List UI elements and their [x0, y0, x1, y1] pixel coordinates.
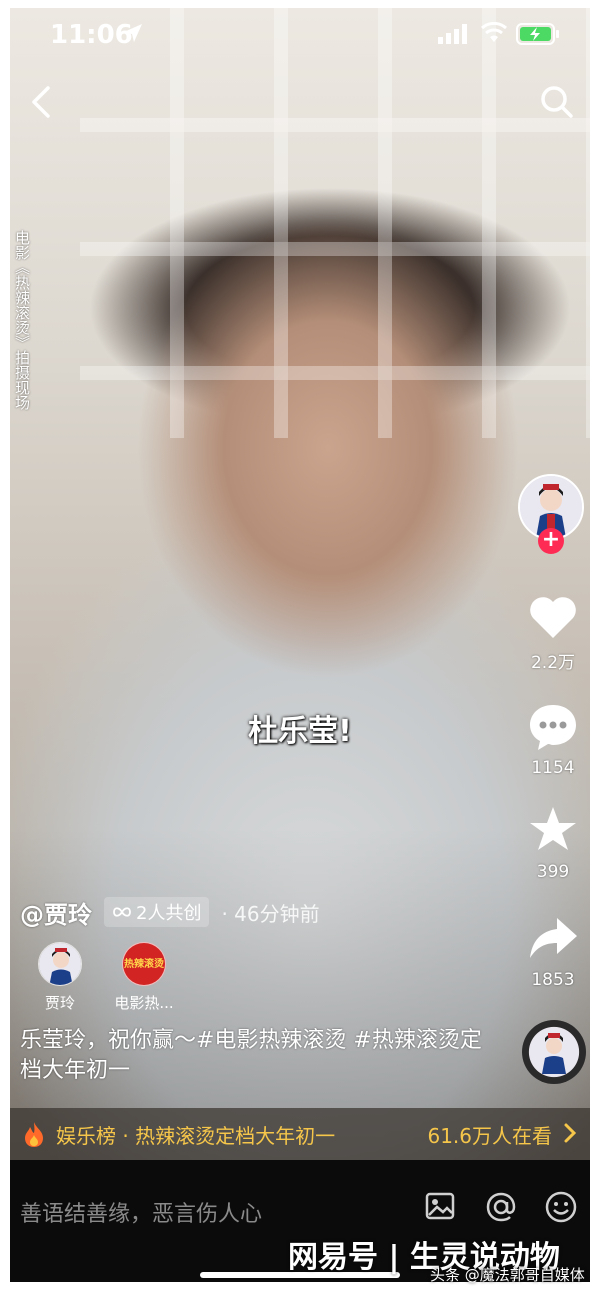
chevron-right-icon: [564, 1123, 577, 1143]
hot-list-banner[interactable]: 娱乐榜 · 热辣滚烫定档大年初一 61.6万人在看: [10, 1108, 590, 1160]
video-caption[interactable]: 乐莹玲，祝你赢～#电影热辣滚烫 #热辣滚烫定档大年初一: [20, 1026, 490, 1086]
signal-icon: [438, 24, 467, 44]
back-icon[interactable]: [24, 82, 58, 122]
music-avatar-icon: [530, 1028, 578, 1076]
star-icon: [530, 807, 576, 850]
infinity-icon: [113, 907, 131, 917]
emoji-icon[interactable]: [544, 1190, 578, 1224]
share-arrow-icon: [530, 918, 577, 958]
cocreator-item[interactable]: 贾玲: [28, 942, 92, 1013]
search-icon[interactable]: [538, 82, 576, 122]
cartoon-avatar-icon: [39, 943, 81, 985]
heart-icon: [530, 597, 576, 638]
comment-input[interactable]: 善语结善缘，恶言伤人心: [20, 1196, 262, 1228]
image-icon[interactable]: [424, 1190, 456, 1222]
status-bar: 11:06: [10, 8, 590, 68]
share-button[interactable]: 1853: [516, 914, 590, 990]
cocreator-name: 电影热...: [114, 994, 174, 1012]
flame-icon: [25, 1122, 43, 1147]
share-count: 1853: [531, 970, 575, 990]
cocreator-list: 贾玲 热辣滚烫 电影热...: [28, 942, 196, 1013]
like-count: 2.2万: [530, 653, 576, 673]
hot-list-viewers: 61.6万人在看: [427, 1123, 552, 1148]
co-create-badge[interactable]: 2人共创: [104, 897, 210, 927]
battery-icon: [516, 23, 559, 45]
video-subtitle: 杜乐莹!: [248, 714, 352, 749]
side-caption: 电影《热辣滚烫》拍摄现场: [13, 230, 31, 410]
favorite-button[interactable]: 399: [516, 804, 590, 882]
location-icon: [124, 24, 142, 42]
watermark-toutiao: 头条 @魔法郭哥自媒体: [430, 1266, 585, 1284]
author-avatar-button[interactable]: +: [518, 474, 586, 564]
cocreator-item[interactable]: 热辣滚烫 电影热...: [112, 942, 176, 1013]
cocreator-avatar-logo: 热辣滚烫: [122, 942, 166, 986]
post-time: · 46分钟前: [221, 901, 320, 926]
comment-count: 1154: [531, 758, 575, 778]
cocreator-name: 贾玲: [44, 994, 75, 1012]
wifi-icon: [481, 22, 507, 42]
co-create-label: 2人共创: [136, 903, 202, 924]
author-handle[interactable]: @贾玲: [20, 895, 92, 930]
phone-screen: 11:06 电影《热辣滚烫》拍摄现场 + 2.2万 1154 399 1853 …: [10, 8, 590, 1282]
at-mention-icon[interactable]: [484, 1190, 518, 1224]
cocreator-avatar: [38, 942, 82, 986]
hot-list-title: 娱乐榜 · 热辣滚烫定档大年初一: [56, 1123, 336, 1148]
music-disc[interactable]: [522, 1020, 586, 1084]
author-line: @贾玲 2人共创 · 46分钟前: [20, 894, 320, 930]
status-time: 11:06: [50, 20, 133, 50]
follow-button[interactable]: +: [538, 528, 564, 554]
like-button[interactable]: 2.2万: [516, 594, 590, 673]
favorite-count: 399: [536, 862, 570, 882]
video-background: [80, 8, 590, 438]
